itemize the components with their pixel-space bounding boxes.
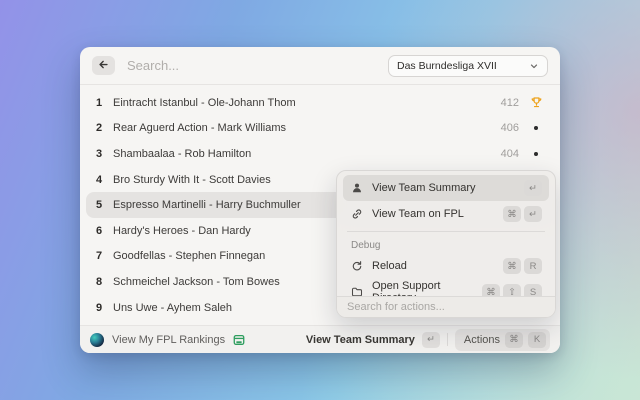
back-button[interactable] (92, 56, 115, 75)
dot-icon (528, 126, 544, 130)
actions-button[interactable]: Actions ⌘ K (455, 329, 550, 351)
league-dropdown-value: Das Burndesliga XVII (397, 60, 497, 72)
shortcut-keys: ↵ (524, 180, 542, 196)
primary-action-label[interactable]: View Team Summary (306, 334, 415, 346)
actions-search-input[interactable]: Search for actions... (337, 296, 555, 317)
shortcut-keys: ⌘ ↵ (503, 206, 542, 222)
k-key: K (528, 332, 546, 348)
list-item[interactable]: 3 Shambaalaa - Rob Hamilton 404 (86, 141, 554, 167)
actions-button-label: Actions (464, 334, 500, 346)
team-name: Shambaalaa - Rob Hamilton (113, 148, 251, 160)
rank-number: 8 (96, 276, 110, 288)
r-key: R (524, 258, 542, 274)
search-input[interactable]: Search... (127, 58, 179, 73)
rank-number: 4 (96, 174, 110, 186)
menu-item-label: Reload (372, 260, 407, 272)
menu-section-debug: Debug (343, 237, 549, 253)
list-item[interactable]: 1 Eintracht Istanbul - Ole-Johann Thom 4… (86, 90, 554, 116)
menu-divider (347, 231, 545, 232)
score: 404 (501, 148, 519, 160)
rank-number: 1 (96, 97, 110, 109)
team-name: Espresso Martinelli - Harry Buchmuller (113, 199, 301, 211)
rank-number: 6 (96, 225, 110, 237)
rank-number: 9 (96, 302, 110, 314)
team-name: Uns Uwe - Ayhem Saleh (113, 302, 232, 314)
score: 406 (501, 122, 519, 134)
team-name: Eintracht Istanbul - Ole-Johann Thom (113, 97, 296, 109)
trophy-icon (528, 96, 544, 109)
team-name: Schmeichel Jackson - Tom Bowes (113, 276, 280, 288)
team-name: Goodfellas - Stephen Finnegan (113, 250, 265, 262)
menu-item-view-team-on-fpl[interactable]: View Team on FPL ⌘ ↵ (343, 201, 549, 227)
dot-icon (528, 152, 544, 156)
arrow-left-icon (98, 57, 109, 75)
top-bar: Search... Das Burndesliga XVII (80, 47, 560, 85)
actions-menu: View Team Summary ↵ View Team on FPL ⌘ ↵ (336, 170, 556, 318)
link-icon (350, 208, 364, 220)
league-dropdown[interactable]: Das Burndesliga XVII (388, 55, 548, 77)
actions-menu-list: View Team Summary ↵ View Team on FPL ⌘ ↵ (337, 171, 555, 298)
rankings-list-icon (232, 333, 246, 347)
menu-item-view-team-summary[interactable]: View Team Summary ↵ (343, 175, 549, 201)
command-key: ⌘ (503, 258, 521, 274)
return-key: ↵ (524, 180, 542, 196)
command-palette-window: Search... Das Burndesliga XVII 1 Eintrac… (80, 47, 560, 353)
return-key: ↵ (422, 332, 440, 348)
rank-number: 7 (96, 250, 110, 262)
menu-item-label: View Team on FPL (372, 208, 464, 220)
chevron-down-icon (529, 61, 539, 71)
footer-divider (447, 333, 448, 346)
person-icon (350, 182, 364, 194)
status-bar: View My FPL Rankings View Team Summary ↵… (80, 325, 560, 353)
score: 412 (501, 97, 519, 109)
command-key: ⌘ (505, 332, 523, 348)
command-title: View My FPL Rankings (112, 334, 225, 346)
desktop-background: Search... Das Burndesliga XVII 1 Eintrac… (0, 0, 640, 400)
rank-number: 2 (96, 122, 110, 134)
team-name: Bro Sturdy With It - Scott Davies (113, 174, 271, 186)
menu-item-reload[interactable]: Reload ⌘ R (343, 253, 549, 279)
reload-icon (350, 260, 364, 272)
team-name: Rear Aguerd Action - Mark Williams (113, 122, 286, 134)
rank-number: 5 (96, 199, 110, 211)
command-key: ⌘ (503, 206, 521, 222)
shortcut-keys: ⌘ R (503, 258, 542, 274)
team-name: Hardy's Heroes - Dan Hardy (113, 225, 251, 237)
list-item[interactable]: 2 Rear Aguerd Action - Mark Williams 406 (86, 116, 554, 142)
rank-number: 3 (96, 148, 110, 160)
menu-item-label: View Team Summary (372, 182, 476, 194)
return-key: ↵ (524, 206, 542, 222)
fpl-app-icon (90, 333, 104, 347)
